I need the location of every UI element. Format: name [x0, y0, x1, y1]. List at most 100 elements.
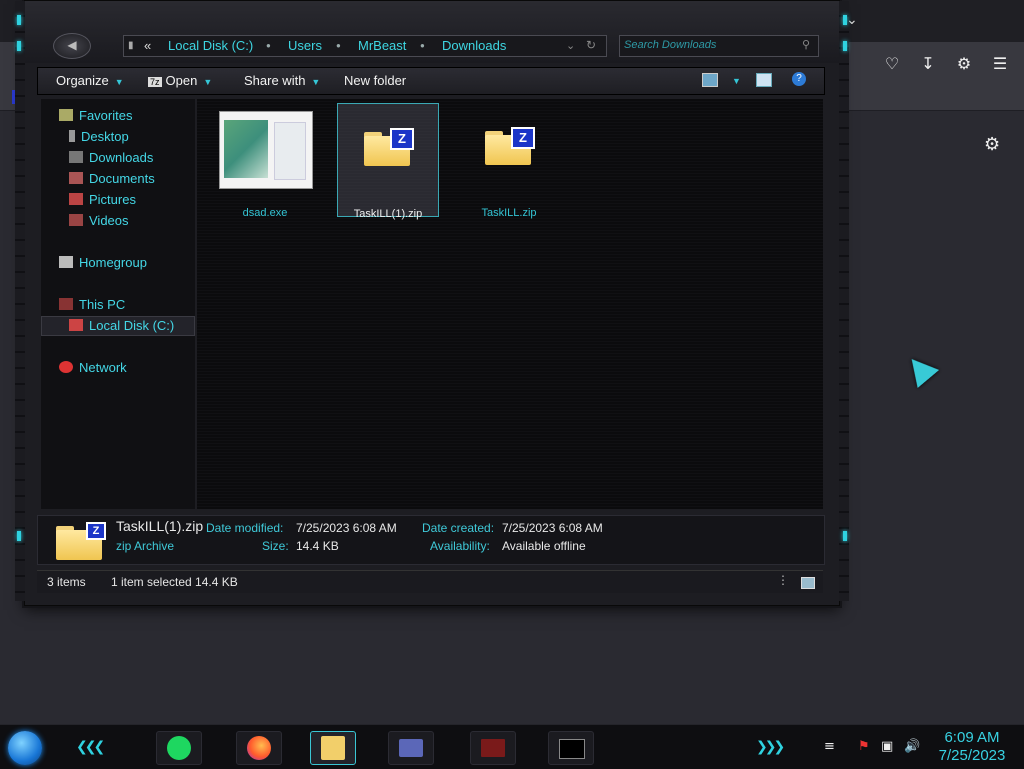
network-tray-icon[interactable]: ▣ [881, 739, 893, 754]
taskbar-game-app[interactable] [470, 731, 516, 765]
breadcrumb-downloads[interactable]: Downloads [442, 38, 506, 53]
extensions-icon[interactable]: ⚙ [953, 53, 975, 75]
file-explorer-window: ◀ ▮ « Local Disk (C:) ● Users ● MrBeast … [15, 0, 849, 606]
pocket-icon[interactable]: ♡ [881, 53, 903, 75]
settings-gear-icon[interactable]: ⚙ [984, 134, 1000, 155]
breadcrumb-separator-icon[interactable]: ● [266, 41, 271, 50]
back-button[interactable]: ◀ [53, 33, 91, 59]
nav-this-pc[interactable]: This PC [59, 297, 125, 312]
address-bar[interactable]: ▮ « Local Disk (C:) ● Users ● MrBeast ● … [123, 35, 607, 57]
computer-icon [59, 298, 73, 310]
thumbnail-graphic [224, 120, 268, 178]
new-folder-button[interactable]: New folder [344, 73, 406, 88]
breadcrumb-users[interactable]: Users [288, 38, 322, 53]
search-input[interactable]: Search Downloads ⚲ [619, 35, 819, 57]
start-button[interactable] [8, 731, 42, 765]
history-dropdown-icon[interactable]: ⌄ [566, 39, 575, 52]
documents-icon [69, 172, 83, 184]
file-name: TaskILL.zip [481, 207, 537, 219]
details-file-name: TaskILL(1).zip [116, 518, 204, 534]
frame-glow [17, 15, 21, 25]
breadcrumb-mrbeast[interactable]: MrBeast [358, 38, 406, 53]
share-with-button[interactable]: Share with ▼ [244, 73, 320, 88]
size-label: Size: [262, 539, 289, 553]
taskbar-cmd[interactable] [548, 731, 594, 765]
file-item[interactable]: dsad.exe [215, 103, 315, 219]
availability-value: Available offline [502, 539, 586, 553]
share-with-label: Share with [244, 73, 306, 88]
spotify-icon [167, 736, 191, 760]
nav-label: Favorites [79, 108, 133, 123]
view-options-dropdown[interactable]: ▼ [726, 72, 741, 87]
taskbar-firefox[interactable] [236, 731, 282, 765]
title-bar: ◀ ▮ « Local Disk (C:) ● Users ● MrBeast … [25, 1, 839, 63]
date-modified-label: Date modified: [206, 521, 284, 535]
action-center-flag-icon[interactable]: ⚑ [858, 739, 870, 754]
breadcrumb-local-disk[interactable]: Local Disk (C:) [168, 38, 253, 53]
date-created-label: Date created: [422, 521, 495, 535]
clock-time: 6:09 AM [944, 729, 1000, 746]
downloads-icon[interactable]: ↧ [917, 53, 939, 75]
nav-label: Videos [89, 213, 129, 228]
zip-badge-icon: Z [86, 522, 106, 540]
nav-label: Homegroup [79, 255, 147, 270]
nav-network[interactable]: Network [59, 360, 127, 375]
frame-glow [843, 41, 847, 51]
preview-pane-icon[interactable] [756, 73, 772, 87]
nav-homegroup[interactable]: Homegroup [59, 255, 147, 270]
pictures-icon [69, 193, 83, 205]
nav-label: Desktop [81, 129, 129, 144]
nav-videos[interactable]: Videos [69, 213, 129, 228]
zip-badge-icon: Z [511, 127, 535, 149]
nav-favorites[interactable]: Favorites [59, 108, 132, 123]
taskbar-deco-chevrons-icon: ❯❯❯ [756, 739, 785, 755]
chevron-down-icon: ▼ [114, 77, 124, 87]
desktop-icon [69, 130, 75, 142]
nav-downloads[interactable]: Downloads [69, 150, 153, 165]
zip-badge-icon: Z [390, 128, 414, 150]
taskbar-file-explorer[interactable] [310, 731, 356, 765]
menu-icon[interactable]: ☰ [989, 53, 1011, 75]
nav-desktop[interactable]: Desktop [69, 129, 129, 144]
nav-local-disk[interactable]: Local Disk (C:) [69, 318, 174, 333]
date-modified-value: 7/25/2023 6:08 AM [296, 521, 397, 535]
nav-documents[interactable]: Documents [69, 171, 155, 186]
show-hidden-icons-icon[interactable]: ≡ [824, 739, 835, 754]
search-icon[interactable]: ⚲ [802, 38, 810, 51]
file-name: dsad.exe [242, 207, 288, 219]
taskbar-spotify[interactable] [156, 731, 202, 765]
folder-icon: ▮ [128, 40, 134, 51]
taskbar-card-app[interactable] [388, 731, 434, 765]
search-placeholder: Search Downloads [624, 39, 717, 51]
network-icon [59, 361, 73, 373]
drive-icon [69, 319, 83, 331]
refresh-icon[interactable]: ↻ [586, 38, 596, 52]
frame-glow [17, 531, 21, 541]
thumbnail-panel [274, 122, 306, 180]
zip-folder-icon: Z [485, 127, 535, 165]
organize-button[interactable]: Organize ▼ [56, 73, 124, 88]
details-file-type: zip Archive [116, 539, 175, 553]
breadcrumb-separator-icon[interactable]: ● [336, 41, 341, 50]
file-item[interactable]: Z TaskILL.zip [459, 103, 559, 219]
nav-label: This PC [79, 297, 126, 312]
file-item-selected[interactable]: Z TaskILL(1).zip [337, 103, 439, 220]
mouse-cursor-icon [900, 350, 940, 388]
help-icon[interactable]: ? [792, 72, 806, 86]
breadcrumb-separator-icon[interactable]: ● [420, 41, 425, 50]
large-icons-view-icon[interactable] [801, 577, 815, 589]
command-bar: Organize ▼ 7z Open ▼ Share with ▼ New folder… [37, 67, 825, 95]
change-view-icon[interactable] [702, 73, 718, 87]
open-button[interactable]: 7z Open ▼ [148, 73, 212, 88]
taskbar-clock[interactable]: 6:09 AM 7/25/2023 [930, 729, 1014, 765]
details-view-icon[interactable]: ⋮ [777, 573, 789, 587]
selection-summary: 1 item selected 14.4 KB [111, 575, 238, 589]
nav-label: Documents [89, 171, 155, 186]
chevron-down-icon: ▼ [311, 77, 321, 87]
volume-icon[interactable]: 🔊 [904, 739, 920, 754]
size-value: 14.4 KB [296, 539, 339, 553]
star-icon [59, 109, 73, 121]
nav-label: Local Disk (C:) [89, 318, 175, 333]
nav-pictures[interactable]: Pictures [69, 192, 136, 207]
breadcrumb-overflow[interactable]: « [144, 38, 151, 53]
